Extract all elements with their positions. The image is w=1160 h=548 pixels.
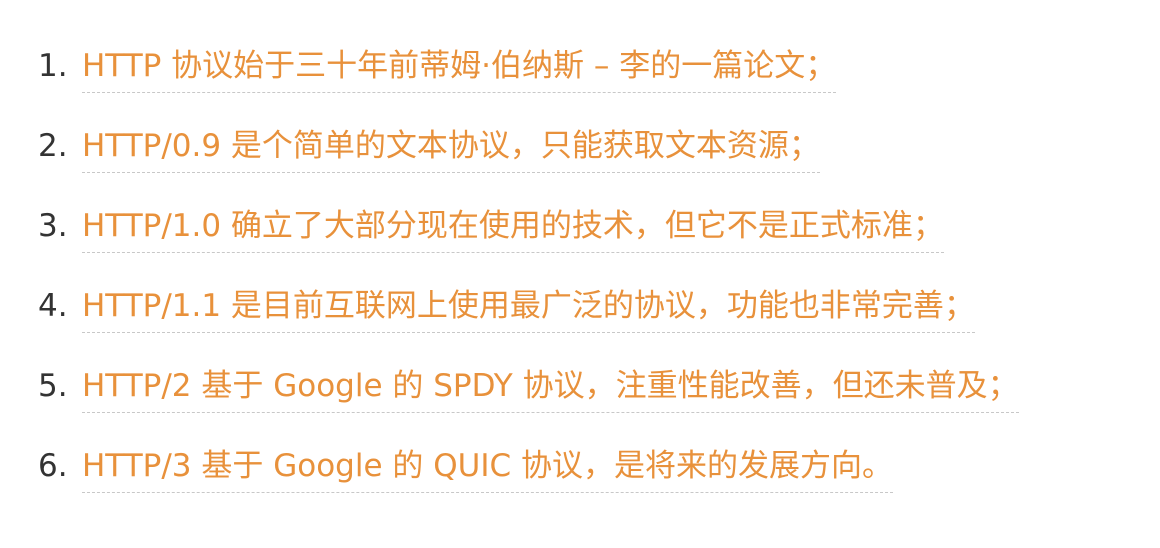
list-item-link[interactable]: HTTP/2 基于 Google 的 SPDY 协议，注重性能改善，但还未普及； — [82, 366, 1019, 413]
list-item-number: 3. — [38, 208, 68, 244]
list-item: 1. HTTP 协议始于三十年前蒂姆·伯纳斯 – 李的一篇论文； — [0, 46, 1160, 118]
list-item-number: 6. — [38, 448, 68, 484]
list-item-number: 2. — [38, 128, 68, 164]
list-item: 5. HTTP/2 基于 Google 的 SPDY 协议，注重性能改善，但还未… — [0, 366, 1160, 438]
list-item-link[interactable]: HTTP/0.9 是个简单的文本协议，只能获取文本资源； — [82, 126, 820, 173]
list-item-link[interactable]: HTTP 协议始于三十年前蒂姆·伯纳斯 – 李的一篇论文； — [82, 46, 837, 93]
list-item-link[interactable]: HTTP/1.1 是目前互联网上使用最广泛的协议，功能也非常完善； — [82, 286, 975, 333]
list-item-number: 1. — [38, 48, 68, 84]
list-item: 2. HTTP/0.9 是个简单的文本协议，只能获取文本资源； — [0, 126, 1160, 198]
list-item: 6. HTTP/3 基于 Google 的 QUIC 协议，是将来的发展方向。 — [0, 446, 1160, 518]
list-item-number: 5. — [38, 368, 68, 404]
list-item-link[interactable]: HTTP/3 基于 Google 的 QUIC 协议，是将来的发展方向。 — [82, 446, 893, 493]
list-item: 3. HTTP/1.0 确立了大部分现在使用的技术，但它不是正式标准； — [0, 206, 1160, 278]
list-item: 4. HTTP/1.1 是目前互联网上使用最广泛的协议，功能也非常完善； — [0, 286, 1160, 358]
list-item-number: 4. — [38, 288, 68, 324]
list-item-link[interactable]: HTTP/1.0 确立了大部分现在使用的技术，但它不是正式标准； — [82, 206, 944, 253]
